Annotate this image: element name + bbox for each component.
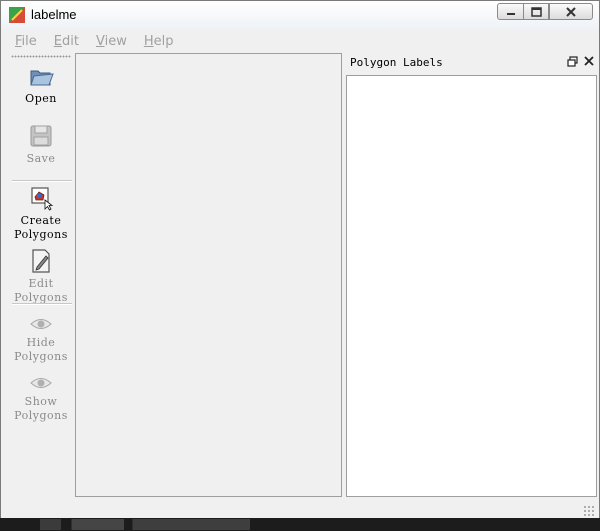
float-icon bbox=[567, 56, 578, 67]
dock-close-button[interactable] bbox=[582, 56, 595, 69]
menu-file[interactable]: File bbox=[5, 34, 44, 49]
hide-label-line2: Polygons bbox=[14, 350, 68, 363]
background-strip bbox=[0, 518, 600, 531]
save-label: Save bbox=[26, 152, 56, 165]
open-button[interactable]: Open bbox=[9, 63, 73, 106]
hide-label-line1: Hide bbox=[26, 336, 56, 349]
show-label-line1: Show bbox=[24, 395, 58, 408]
close-icon bbox=[566, 6, 576, 17]
menu-bar: File Edit View Help bbox=[5, 31, 597, 52]
edit-label-line1: Edit bbox=[28, 277, 54, 290]
maximize-button[interactable] bbox=[523, 3, 549, 20]
minimize-icon bbox=[506, 12, 515, 15]
maximize-icon bbox=[530, 6, 542, 17]
show-label-line2: Polygons bbox=[14, 409, 68, 422]
tool-bar: Open Save Create Polygons Edit Polygons … bbox=[9, 53, 73, 495]
toolbar-separator bbox=[12, 180, 72, 182]
edit-page-icon bbox=[32, 249, 50, 273]
close-icon bbox=[583, 56, 594, 66]
dock-title[interactable]: Polygon Labels bbox=[346, 53, 597, 73]
create-label-line2: Polygons bbox=[14, 228, 68, 241]
save-button[interactable]: Save bbox=[9, 123, 73, 166]
close-window-button[interactable] bbox=[549, 3, 593, 20]
create-label-line1: Create bbox=[20, 214, 62, 227]
open-label: Open bbox=[25, 92, 57, 105]
image-canvas[interactable] bbox=[75, 53, 342, 497]
app-window: labelme File Edit View Help Open Save Cr… bbox=[0, 0, 600, 531]
title-bar[interactable]: labelme bbox=[1, 1, 599, 30]
eye-icon bbox=[30, 319, 52, 329]
toolbar-grip[interactable] bbox=[11, 55, 71, 58]
create-polygon-icon bbox=[31, 187, 54, 211]
status-bar bbox=[1, 497, 599, 519]
floppy-disk-icon bbox=[30, 125, 52, 147]
menu-help[interactable]: Help bbox=[134, 34, 181, 49]
background-content bbox=[40, 519, 250, 530]
polygon-labels-list[interactable] bbox=[346, 75, 597, 497]
folder-open-icon bbox=[30, 70, 54, 86]
menu-view[interactable]: View bbox=[86, 34, 134, 49]
minimize-button[interactable] bbox=[497, 3, 524, 20]
create-polygons-button[interactable]: Create Polygons bbox=[9, 185, 73, 242]
window-title: labelme bbox=[31, 7, 77, 22]
eye-icon bbox=[30, 378, 52, 388]
menu-edit[interactable]: Edit bbox=[44, 34, 86, 49]
dock-float-button[interactable] bbox=[566, 56, 579, 69]
show-polygons-button[interactable]: Show Polygons bbox=[9, 374, 73, 423]
toolbar-separator bbox=[12, 303, 72, 305]
polygon-labels-dock: Polygon Labels bbox=[346, 53, 597, 497]
hide-polygons-button[interactable]: Hide Polygons bbox=[9, 315, 73, 364]
edit-polygons-button[interactable]: Edit Polygons bbox=[9, 248, 73, 305]
resize-grip[interactable] bbox=[583, 505, 595, 517]
app-icon bbox=[9, 7, 25, 23]
